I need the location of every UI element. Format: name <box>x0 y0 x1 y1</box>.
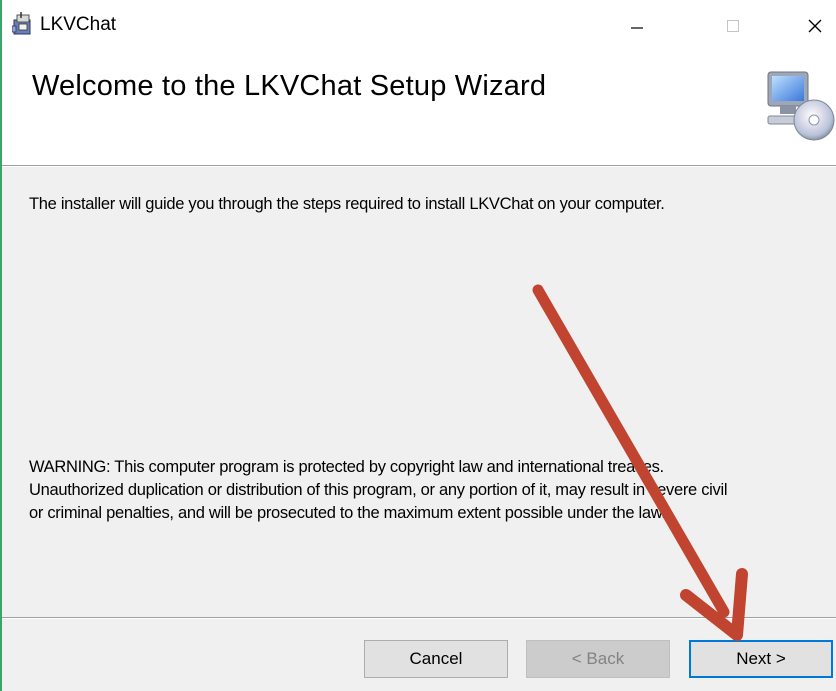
close-icon <box>808 19 822 33</box>
close-button[interactable] <box>792 6 836 46</box>
wizard-content: The installer will guide you through the… <box>2 167 836 617</box>
setup-wizard-window: LKVChat Welcome to the LKVChat Setup Wiz… <box>0 0 836 691</box>
computer-cd-icon <box>762 70 836 149</box>
installer-package-icon <box>11 12 34 36</box>
warning-line: WARNING: This computer program is protec… <box>29 458 664 476</box>
maximize-icon <box>727 20 739 32</box>
warning-line: or criminal penalties, and will be prose… <box>29 504 666 522</box>
minimize-button[interactable] <box>614 6 660 46</box>
wizard-header: Welcome to the LKVChat Setup Wizard <box>2 52 836 165</box>
page-title: Welcome to the LKVChat Setup Wizard <box>32 70 547 102</box>
title-bar[interactable]: LKVChat <box>2 0 836 52</box>
cancel-button[interactable]: Cancel <box>364 640 508 678</box>
copyright-warning: WARNING: This computer program is protec… <box>29 456 836 525</box>
next-button[interactable]: Next > <box>689 640 833 678</box>
intro-text: The installer will guide you through the… <box>29 195 665 213</box>
wizard-footer: Cancel < Back Next > <box>2 619 836 691</box>
minimize-icon <box>631 27 643 29</box>
back-button[interactable]: < Back <box>526 640 670 678</box>
window-title: LKVChat <box>40 14 117 35</box>
warning-line: Unauthorized duplication or distribution… <box>29 481 728 499</box>
maximize-button[interactable] <box>710 6 756 46</box>
